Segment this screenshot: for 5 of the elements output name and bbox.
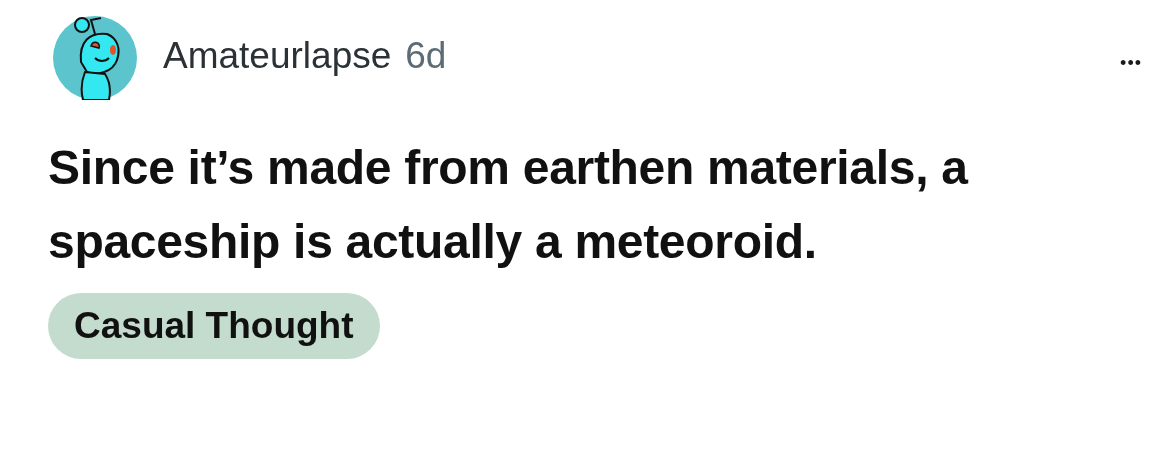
post-flair[interactable]: Casual Thought [48,293,380,359]
username[interactable]: Amateurlapse [163,35,392,77]
more-options-icon[interactable]: ••• [1120,53,1142,74]
post-title[interactable]: Since it’s made from earthen materials, a spaceship is actually a meteoroid. [48,131,1108,279]
post-age: 6d [405,35,447,77]
